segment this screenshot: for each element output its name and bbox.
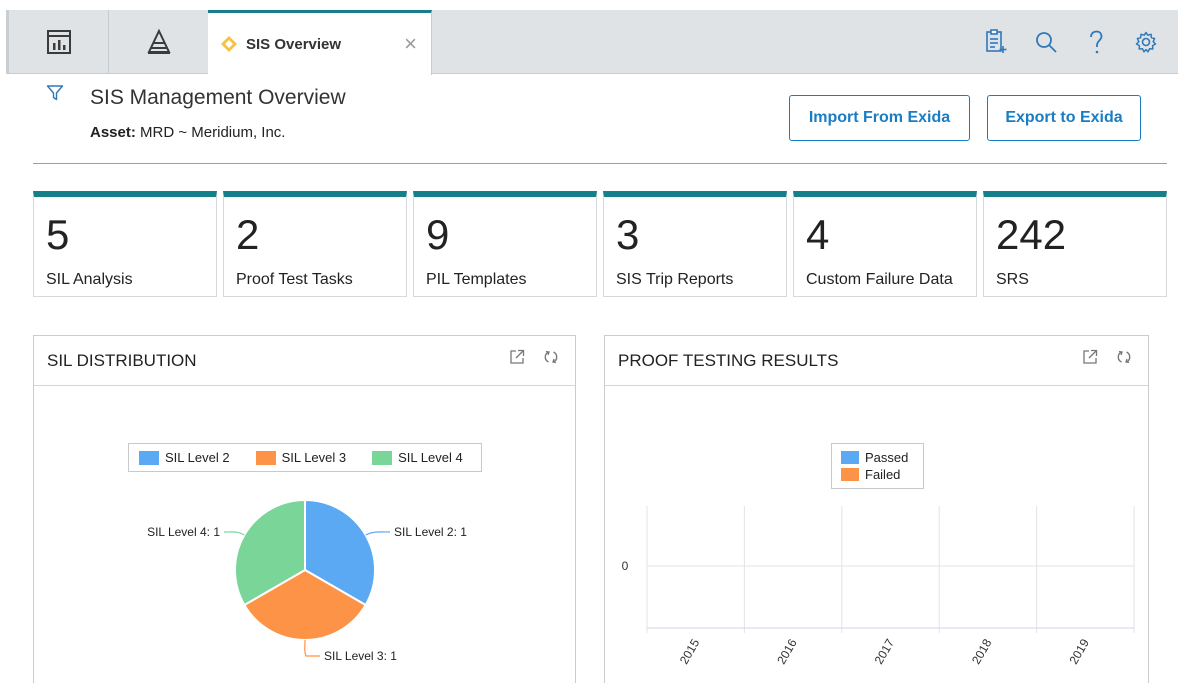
widget-title: PROOF TESTING RESULTS <box>618 351 839 370</box>
gear-icon <box>1135 31 1157 53</box>
kpi-label: SIS Trip Reports <box>616 271 734 288</box>
x-tick-label: 2019 <box>1066 636 1092 666</box>
kpi-card-proof-test-tasks[interactable]: 2 Proof Test Tasks <box>223 191 407 297</box>
kpi-value: 2 <box>236 211 260 258</box>
close-icon[interactable]: × <box>404 33 417 55</box>
data-label: SIL Level 4: 1 <box>147 525 220 539</box>
x-tick-label: 2015 <box>677 636 703 666</box>
kpi-label: PIL Templates <box>426 271 527 288</box>
kpi-label: SRS <box>996 271 1029 288</box>
page-title: SIS Management Overview <box>90 86 346 109</box>
kpi-value: 4 <box>806 211 830 258</box>
asset-key: Asset: <box>90 124 136 141</box>
toolbar <box>982 10 1160 74</box>
filter-button[interactable] <box>46 84 64 107</box>
pyramid-icon <box>146 28 171 54</box>
kpi-value: 3 <box>616 211 640 258</box>
data-label: SIL Level 2: 1 <box>394 525 467 539</box>
sil-pie-chart: SIL Level 2: 1 SIL Level 3: 1 SIL Level 4:… <box>147 498 467 663</box>
settings-button[interactable] <box>1132 28 1160 56</box>
data-label-connector <box>365 531 391 536</box>
kpi-label: SIL Analysis <box>46 271 133 288</box>
widget-header: PROOF TESTING RESULTS <box>605 336 1148 386</box>
export-to-exida-button[interactable]: Export to Exida <box>987 95 1141 141</box>
header-divider <box>33 163 1167 164</box>
refresh-icon[interactable] <box>1116 349 1132 365</box>
asset-line: Asset: MRD ~ Meridium, Inc. <box>90 124 285 141</box>
search-button[interactable] <box>1032 28 1060 56</box>
x-tick-label: 2017 <box>872 636 898 666</box>
sil-distribution-widget: SIL DISTRIBUTION SIL Level 2 SIL Level 3 <box>33 335 576 683</box>
dashboard-icon <box>46 30 71 54</box>
widget-tools <box>1082 349 1132 365</box>
tab-label: SIS Overview <box>246 35 342 53</box>
clipboard-icon <box>986 29 1007 53</box>
tab-sis-overview[interactable]: SIS Overview × <box>208 10 432 75</box>
data-label-connector <box>304 639 320 657</box>
tab-sis-home[interactable] <box>109 10 209 74</box>
y-tick-label: 0 <box>622 559 629 573</box>
kpi-value: 9 <box>426 211 450 258</box>
kpi-card-custom-failure-data[interactable]: 4 Custom Failure Data <box>793 191 977 297</box>
kpi-card-sil-analysis[interactable]: 5 SIL Analysis <box>33 191 217 297</box>
widget-tools <box>509 349 559 365</box>
data-label-connector <box>223 531 245 536</box>
refresh-icon[interactable] <box>543 349 559 365</box>
search-icon <box>1036 32 1057 53</box>
tab-dashboard[interactable] <box>9 10 109 74</box>
x-tick-label: 2016 <box>774 636 800 666</box>
open-external-icon[interactable] <box>1082 349 1098 365</box>
asset-value: MRD ~ Meridium, Inc. <box>140 124 286 141</box>
tasks-button[interactable] <box>982 28 1010 56</box>
widget-title: SIL DISTRIBUTION <box>47 351 197 370</box>
proof-bar-chart: 0 2015 2016 2017 2018 2019 <box>622 506 1135 667</box>
open-external-icon[interactable] <box>509 349 525 365</box>
filter-icon <box>46 85 64 101</box>
help-icon <box>1090 30 1103 54</box>
kpi-card-sis-trip-reports[interactable]: 3 SIS Trip Reports <box>603 191 787 297</box>
import-from-exida-button[interactable]: Import From Exida <box>789 95 970 141</box>
help-button[interactable] <box>1082 28 1110 56</box>
kpi-label: Custom Failure Data <box>806 271 953 288</box>
kpi-card-srs[interactable]: 242 SRS <box>983 191 1167 297</box>
kpi-value: 5 <box>46 211 70 258</box>
widget-header: SIL DISTRIBUTION <box>34 336 575 386</box>
x-tick-label: 2018 <box>969 636 995 666</box>
tab-bar: SIS Overview × <box>6 10 1178 75</box>
kpi-label: Proof Test Tasks <box>236 271 353 288</box>
data-label: SIL Level 3: 1 <box>324 649 397 663</box>
kpi-value: 242 <box>996 211 1067 258</box>
diamond-icon <box>221 36 237 52</box>
kpi-card-pil-templates[interactable]: 9 PIL Templates <box>413 191 597 297</box>
proof-testing-results-widget: PROOF TESTING RESULTS Passed Failed 0 201 <box>604 335 1149 683</box>
